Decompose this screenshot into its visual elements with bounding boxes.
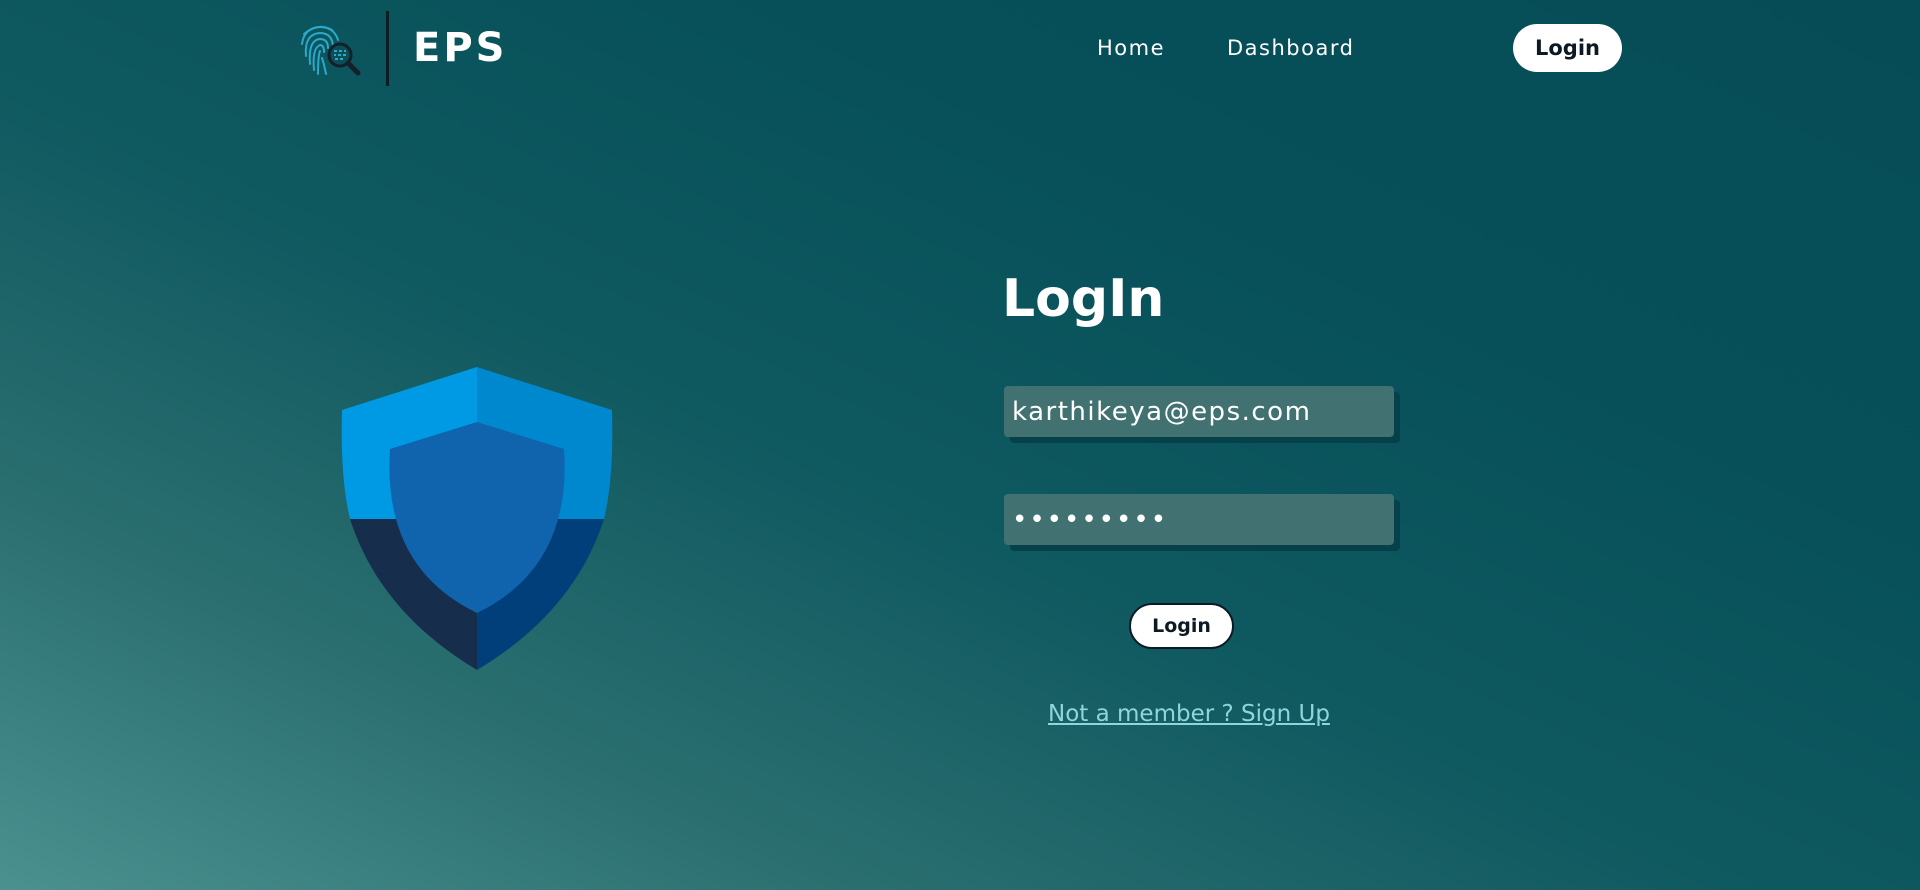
brand-name[interactable]: EPS [413,24,507,72]
nav-dashboard-link[interactable]: Dashboard [1227,34,1354,62]
password-field[interactable]: ••••••••• [1004,494,1394,545]
email-field[interactable]: karthikeya@eps.com [1004,386,1394,437]
nav-home-link[interactable]: Home [1097,34,1165,62]
fingerprint-search-icon[interactable] [298,20,362,78]
signup-link[interactable]: Not a member ? Sign Up [1048,699,1330,729]
shield-icon [341,367,613,670]
logo-divider [386,11,389,86]
login-title: LogIn [1002,269,1165,329]
header-login-button[interactable]: Login [1513,24,1622,72]
top-header: EPS Home Dashboard Login [0,0,1920,100]
login-submit-button[interactable]: Login [1129,603,1234,649]
